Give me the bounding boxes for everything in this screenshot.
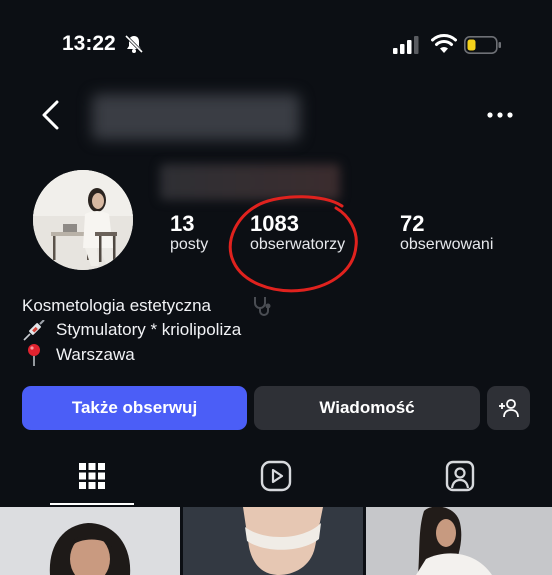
message-label: Wiadomość: [319, 398, 415, 417]
suggested-users-button[interactable]: [487, 386, 530, 430]
annotation-circle: [228, 195, 358, 293]
following-label[interactable]: obserwowani: [400, 236, 493, 254]
post-photo: [366, 507, 552, 575]
avatar[interactable]: [33, 170, 133, 270]
avatar-photo: [33, 170, 133, 270]
tab-reels[interactable]: [259, 458, 293, 494]
posts-label[interactable]: posty: [170, 236, 208, 254]
status-time: 13:22: [62, 32, 116, 55]
more-options-button[interactable]: [485, 108, 515, 122]
active-tab-indicator: [50, 503, 134, 505]
bio-line-profession: Kosmetologia estetyczna: [22, 296, 211, 315]
post-photo: [0, 507, 180, 575]
tagged-icon: [445, 460, 475, 492]
stethoscope-icon: [254, 297, 271, 316]
signal-icon: [393, 36, 419, 54]
post-thumbnail[interactable]: [183, 507, 363, 575]
bio-line-location: Warszawa: [56, 345, 135, 364]
add-user-icon: [498, 399, 519, 418]
tab-tagged[interactable]: [443, 458, 477, 494]
message-button[interactable]: Wiadomość: [254, 386, 480, 430]
tab-posts-grid[interactable]: [75, 458, 109, 494]
post-thumbnail[interactable]: [0, 507, 180, 575]
post-photo: [183, 507, 363, 575]
follow-back-label: Także obserwuj: [71, 398, 198, 417]
pin-icon: [28, 344, 40, 366]
follow-back-button[interactable]: Także obserwuj: [22, 386, 247, 430]
reels-icon: [260, 460, 292, 492]
back-button[interactable]: [38, 98, 68, 132]
battery-icon: [464, 36, 501, 54]
grid-icon: [79, 463, 105, 489]
post-thumbnail[interactable]: [366, 507, 552, 575]
wifi-icon: [431, 34, 457, 53]
following-count[interactable]: 72: [400, 211, 424, 237]
username-blurred: [92, 94, 300, 140]
bio-line-services: Stymulatory * kriolipoliza: [56, 320, 242, 339]
bell-off-icon: [124, 34, 144, 54]
posts-count[interactable]: 13: [170, 211, 194, 237]
syringe-icon: [23, 320, 45, 341]
